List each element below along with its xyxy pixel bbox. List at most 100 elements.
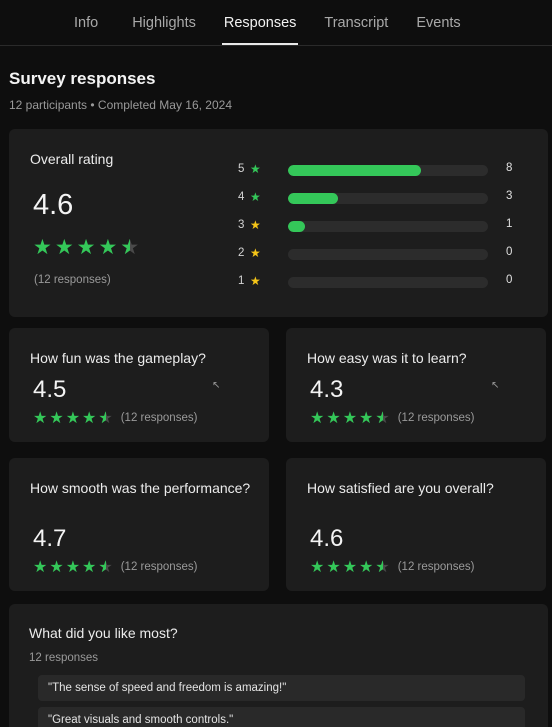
star-icon: ★ ★	[120, 236, 140, 259]
overall-rating-value: 4.6	[33, 189, 74, 221]
question-card-gameplay: How fun was the gameplay? 4.5 ★ ★ ★ ★ ★ ★ (12…	[9, 328, 269, 442]
star-icon: ★ ★	[375, 559, 390, 576]
distribution-bar	[288, 277, 488, 288]
star-half-fill: ★	[120, 236, 131, 259]
question-rating-row: ★ ★ ★ ★ ★ ★ (12 responses)	[33, 408, 197, 428]
distribution-row-2: 2 ★ 0	[238, 245, 538, 261]
overall-rating-label: Overall rating	[30, 151, 114, 167]
question-label: How easy was it to learn?	[307, 350, 467, 366]
question-label: How smooth was the performance?	[30, 480, 251, 496]
mouse-cursor-icon: ↖	[491, 380, 500, 391]
distribution-row-4: 4 ★ 3	[238, 189, 538, 205]
star-icon: ★	[54, 236, 74, 259]
star-icon: ★ ★	[98, 559, 113, 576]
response-item: "Great visuals and smooth controls."	[38, 707, 525, 727]
page-subtitle: 12 participants • Completed May 16, 2024	[9, 98, 232, 112]
star-icon: ★	[250, 162, 261, 176]
question-card-performance: How smooth was the performance? 4.7 ★ ★ ★ ★…	[9, 458, 269, 591]
star-icon: ★ ★	[375, 410, 390, 427]
star-icon: ★	[310, 559, 325, 576]
question-rating-stars: ★ ★ ★ ★ ★ ★	[33, 557, 113, 577]
star-half-fill: ★	[375, 559, 383, 576]
star-icon: ★	[250, 218, 261, 232]
question-responses-count: (12 responses)	[120, 412, 198, 424]
distribution-stars-label: 1	[238, 275, 245, 287]
distribution-bar	[288, 165, 488, 176]
star-icon: ★	[342, 410, 358, 427]
question-card-learn: How easy was it to learn? 4.3 ★ ★ ★ ★ ★ ★ (12…	[286, 328, 546, 442]
star-icon: ★	[359, 410, 374, 427]
star-icon: ★	[326, 559, 341, 576]
question-rating-row: ★ ★ ★ ★ ★ ★ (12 responses)	[33, 557, 197, 577]
star-icon: ★	[342, 559, 358, 576]
overall-rating-stars: ★ ★ ★ ★ ★ ★	[33, 235, 139, 260]
question-label: How satisfied are you overall?	[307, 480, 494, 496]
star-icon: ★	[359, 559, 374, 576]
tab-info[interactable]: Info	[60, 1, 112, 44]
open-question-responses-count: 12 responses	[29, 652, 99, 664]
star-icon: ★	[310, 410, 325, 427]
distribution-count: 0	[506, 274, 513, 286]
star-icon: ★	[49, 410, 64, 427]
question-rating-row: ★ ★ ★ ★ ★ ★ (12 responses)	[310, 408, 474, 428]
distribution-count: 3	[506, 190, 513, 202]
distribution-row-1: 1 ★ 0	[238, 273, 538, 289]
star-icon: ★	[33, 410, 48, 427]
overall-rating-card: Overall rating 4.6 ★ ★ ★ ★ ★ ★ (12 responses)…	[9, 129, 548, 317]
star-icon: ★	[76, 236, 96, 259]
star-icon: ★	[326, 410, 341, 427]
open-question-label: What did you like most?	[29, 625, 178, 641]
page-title: Survey responses	[9, 69, 156, 88]
star-icon: ★	[82, 559, 97, 576]
star-icon: ★	[98, 236, 118, 259]
distribution-count: 1	[506, 218, 513, 230]
tab-highlights[interactable]: Highlights	[118, 1, 210, 44]
question-label: How fun was the gameplay?	[30, 350, 206, 366]
distribution-bar	[288, 193, 488, 204]
open-question-card: What did you like most? 12 responses "Th…	[9, 604, 548, 727]
question-rating-stars: ★ ★ ★ ★ ★ ★	[310, 408, 390, 428]
distribution-stars-label: 3	[238, 219, 245, 231]
star-icon: ★	[33, 559, 48, 576]
distribution-bar-fill	[288, 165, 422, 176]
star-icon: ★	[49, 559, 64, 576]
distribution-bar-fill	[288, 193, 338, 204]
question-rating-stars: ★ ★ ★ ★ ★ ★	[310, 557, 390, 577]
question-rating-value: 4.7	[33, 525, 67, 552]
tab-bar: Info Highlights Responses Transcript Eve…	[0, 0, 552, 46]
mouse-cursor-icon: ↖	[212, 380, 221, 391]
question-responses-count: (12 responses)	[120, 561, 198, 573]
tab-transcript[interactable]: Transcript	[310, 1, 402, 44]
star-half-fill: ★	[375, 410, 383, 427]
distribution-row-3: 3 ★ 1	[238, 217, 538, 233]
response-item: "The sense of speed and freedom is amazi…	[38, 675, 525, 701]
star-icon: ★	[250, 190, 261, 204]
question-rating-value: 4.3	[310, 376, 344, 403]
distribution-bar-fill	[288, 221, 305, 232]
distribution-count: 8	[506, 162, 513, 174]
tab-events[interactable]: Events	[402, 1, 474, 44]
star-half-fill: ★	[98, 410, 106, 427]
distribution-row-5: 5 ★ 8	[238, 161, 538, 177]
question-rating-stars: ★ ★ ★ ★ ★ ★	[33, 408, 113, 428]
tab-responses[interactable]: Responses	[210, 1, 311, 45]
question-rating-value: 4.6	[310, 525, 344, 552]
question-card-satisfaction: How satisfied are you overall? 4.6 ★ ★ ★ ★ ★…	[286, 458, 546, 591]
question-responses-count: (12 responses)	[397, 561, 475, 573]
star-icon: ★	[250, 246, 261, 260]
star-icon: ★	[65, 559, 81, 576]
question-rating-value: 4.5	[33, 376, 67, 403]
distribution-stars-label: 4	[238, 191, 245, 203]
distribution-stars-label: 2	[238, 247, 245, 259]
overall-responses-count: (12 responses)	[34, 274, 111, 286]
star-icon: ★	[250, 274, 261, 288]
distribution-stars-label: 5	[238, 163, 245, 175]
star-half-fill: ★	[98, 559, 106, 576]
question-rating-row: ★ ★ ★ ★ ★ ★ (12 responses)	[310, 557, 474, 577]
question-responses-count: (12 responses)	[397, 412, 475, 424]
star-icon: ★	[65, 410, 81, 427]
distribution-bar	[288, 249, 488, 260]
distribution-bar	[288, 221, 488, 232]
star-icon: ★	[82, 410, 97, 427]
star-icon: ★	[33, 236, 52, 259]
